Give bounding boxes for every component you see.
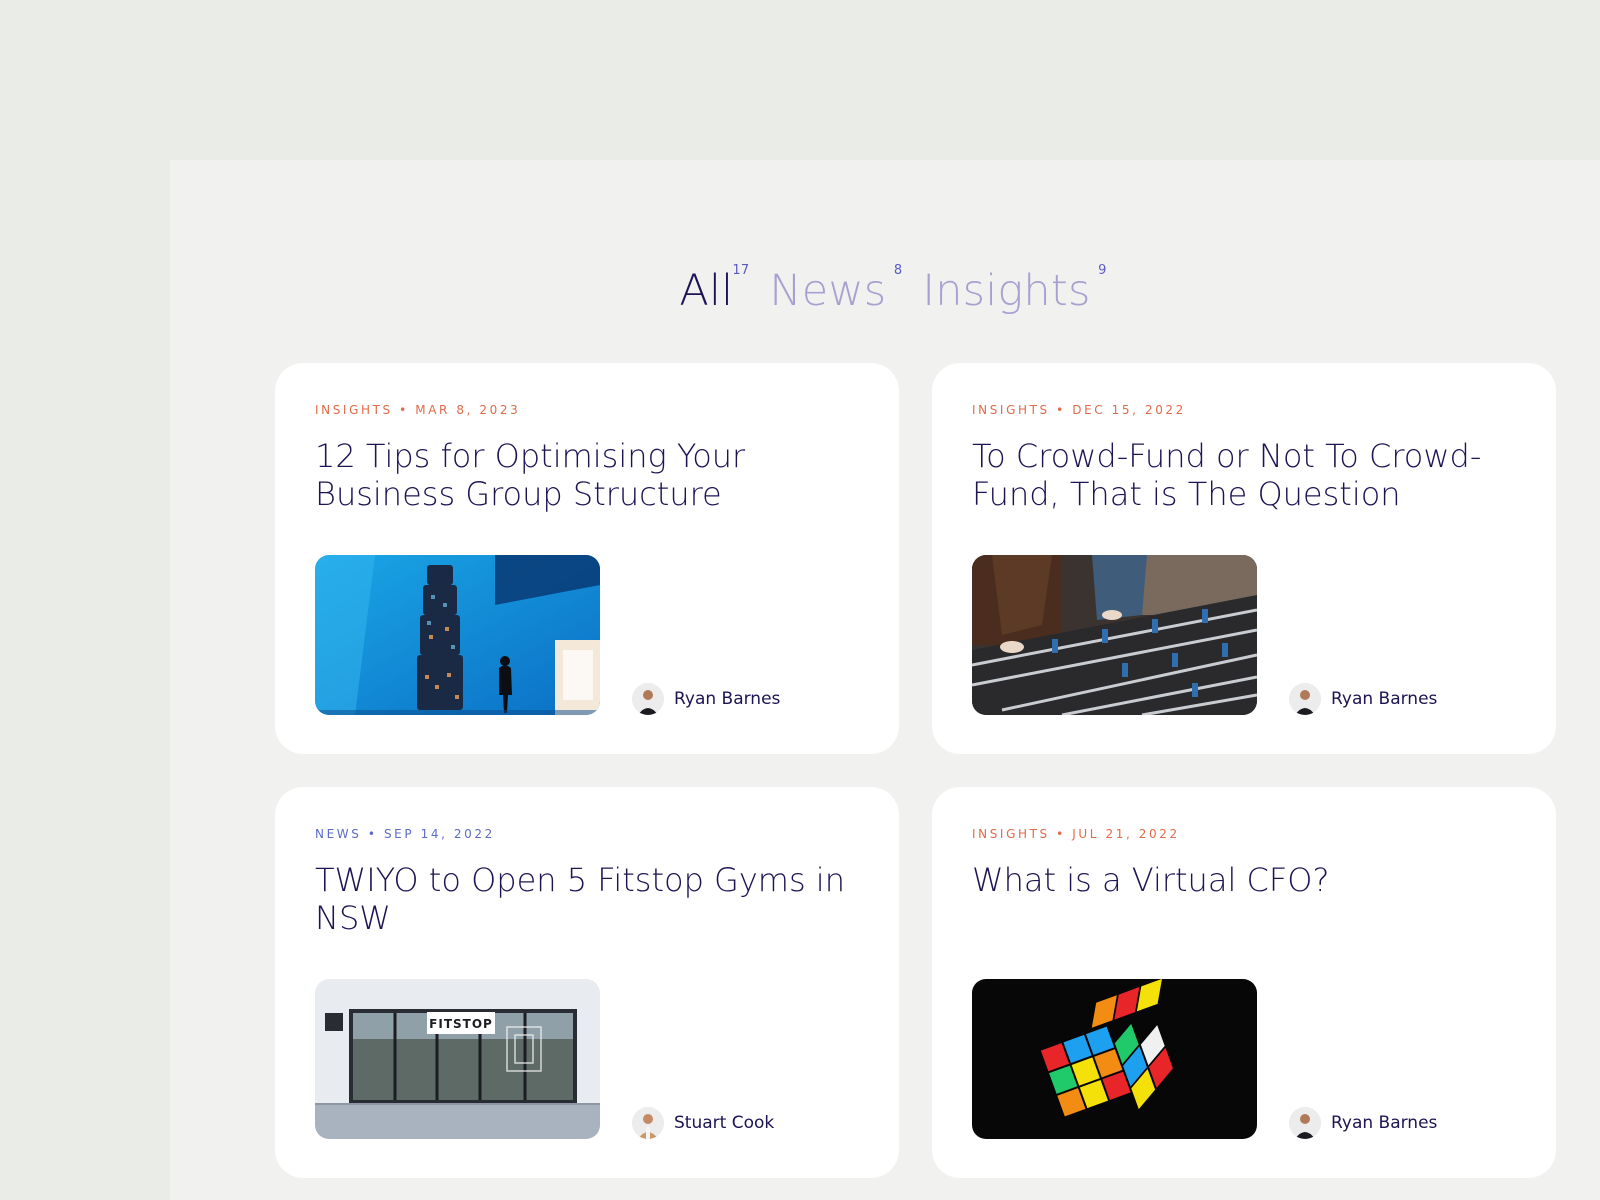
filter-all-count: 17 — [732, 263, 750, 278]
post-card[interactable]: NEWS • SEP 14, 2022 TWIYO to Open 5 Fits… — [275, 787, 899, 1178]
filter-insights[interactable]: Insights 9 — [922, 264, 1106, 313]
post-author[interactable]: Ryan Barnes — [632, 683, 780, 715]
post-card[interactable]: INSIGHTS • DEC 15, 2022 To Crowd-Fund or… — [932, 363, 1556, 754]
author-name: Ryan Barnes — [1331, 689, 1438, 709]
post-title[interactable]: 12 Tips for Optimising Your Business Gro… — [315, 437, 875, 513]
filter-all-label: All — [679, 266, 734, 316]
author-avatar — [632, 1107, 664, 1139]
author-name: Stuart Cook — [674, 1113, 775, 1133]
post-card[interactable]: INSIGHTS • JUL 21, 2022 What is a Virtua… — [932, 787, 1556, 1178]
filter-news[interactable]: News 8 — [769, 264, 902, 313]
post-title[interactable]: What is a Virtual CFO? — [972, 861, 1532, 899]
author-avatar — [1289, 1107, 1321, 1139]
author-name: Ryan Barnes — [674, 689, 781, 709]
category-filters: All 17 News 8 Insights 9 — [170, 264, 1600, 313]
post-card[interactable]: INSIGHTS • MAR 8, 2023 12 Tips for Optim… — [275, 363, 899, 754]
post-title[interactable]: TWIYO to Open 5 Fitstop Gyms in NSW — [315, 861, 875, 937]
filter-news-count: 8 — [893, 263, 903, 278]
post-meta: INSIGHTS • JUL 21, 2022 — [972, 827, 1180, 841]
post-author[interactable]: Ryan Barnes — [1289, 1107, 1437, 1139]
gym-sign-text: FITSTOP — [429, 1017, 493, 1031]
blog-panel: All 17 News 8 Insights 9 INSIGHTS • MAR … — [170, 160, 1600, 1200]
post-thumbnail-gym[interactable]: FITSTOP — [315, 979, 600, 1139]
post-meta: INSIGHTS • DEC 15, 2022 — [972, 403, 1186, 417]
author-name: Ryan Barnes — [1331, 1113, 1438, 1133]
filter-all[interactable]: All 17 — [679, 264, 749, 313]
filter-news-label: News — [769, 266, 887, 316]
post-meta: INSIGHTS • MAR 8, 2023 — [315, 403, 521, 417]
post-thumbnail-rubiks-cube[interactable] — [972, 979, 1257, 1139]
post-meta: NEWS • SEP 14, 2022 — [315, 827, 495, 841]
filter-insights-count: 9 — [1098, 263, 1107, 278]
post-thumbnail-foosball[interactable] — [972, 555, 1257, 715]
post-thumbnail-tower[interactable] — [315, 555, 600, 715]
post-grid: INSIGHTS • MAR 8, 2023 12 Tips for Optim… — [275, 363, 1556, 1178]
post-title[interactable]: To Crowd-Fund or Not To Crowd-Fund, That… — [972, 437, 1532, 513]
post-author[interactable]: Stuart Cook — [632, 1107, 774, 1139]
author-avatar — [632, 683, 664, 715]
author-avatar — [1289, 683, 1321, 715]
post-author[interactable]: Ryan Barnes — [1289, 683, 1437, 715]
filter-insights-label: Insights — [922, 266, 1091, 316]
